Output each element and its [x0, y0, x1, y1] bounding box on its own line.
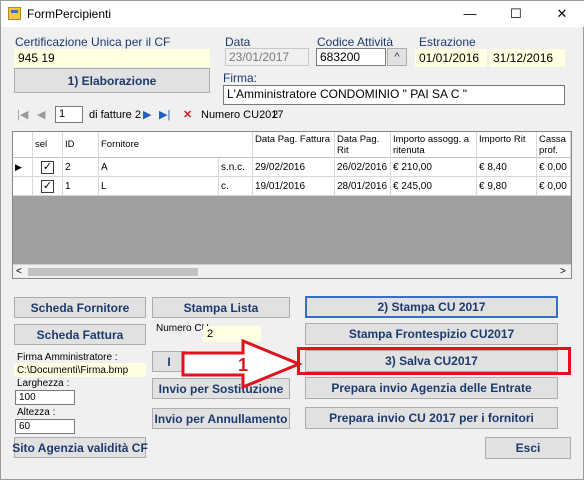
col-cassa-prof[interactable]: Cassa prof.: [537, 132, 571, 158]
larghezza-field[interactable]: 100: [15, 390, 75, 405]
close-button[interactable]: ✕: [539, 1, 584, 27]
window-title: FormPercipienti: [27, 7, 112, 21]
move-first-icon[interactable]: |◀: [17, 105, 28, 125]
codice-attivita-spin-button[interactable]: ^: [387, 48, 407, 66]
col-importo-rit[interactable]: Importo Rit: [477, 132, 537, 158]
cell-cassa[interactable]: € 0,00: [537, 177, 571, 196]
row-indicator: [13, 177, 33, 196]
app-icon: [8, 7, 21, 20]
sel-checkbox[interactable]: ✓: [41, 161, 54, 174]
firma-amministratore-label: Firma Amministratore :: [17, 352, 118, 363]
cell-fornitore[interactable]: L: [99, 177, 219, 196]
fatture-grid[interactable]: sel ID Fornitore Data Pag. Fattura Data …: [12, 131, 572, 279]
col-data-pag-fattura[interactable]: Data Pag. Fattura: [253, 132, 335, 158]
cell-importo-rit[interactable]: € 8,40: [477, 158, 537, 177]
numero-cu2017-value: 2: [272, 109, 279, 121]
delete-icon[interactable]: ✕: [183, 105, 192, 125]
table-row[interactable]: ▶ ✓ 2 A s.n.c. 29/02/2016 26/02/2016 € 2…: [13, 158, 571, 177]
move-last-icon[interactable]: ▶|: [159, 105, 170, 125]
larghezza-label: Larghezza :: [17, 378, 70, 389]
stampa-lista-button[interactable]: Stampa Lista: [152, 297, 290, 318]
position-input[interactable]: 1: [55, 106, 83, 123]
codice-attivita-field[interactable]: 683200: [316, 48, 386, 66]
cell-importo[interactable]: € 210,00: [391, 158, 477, 177]
cell-data-rit[interactable]: 28/01/2016: [335, 177, 391, 196]
estrazione-label: Estrazione: [419, 35, 476, 49]
table-row[interactable]: ✓ 1 L c. 19/01/2016 28/01/2016 € 245,00 …: [13, 177, 571, 196]
invio-annullamento-button[interactable]: Invio per Annullamento: [152, 408, 290, 429]
esci-button[interactable]: Esci: [485, 437, 571, 459]
codice-attivita-label: Codice Attività: [317, 35, 394, 49]
numero-cu-label: Numero CU: [156, 323, 209, 334]
cell-data-fattura[interactable]: 29/02/2016: [253, 158, 335, 177]
cell-cassa[interactable]: € 0,00: [537, 158, 571, 177]
col-importo-assogg[interactable]: Importo assogg. a ritenuta: [391, 132, 477, 158]
maximize-button[interactable]: ☐: [493, 1, 539, 27]
highlight-box: [297, 347, 571, 375]
stampa-cu-2017-button[interactable]: 2) Stampa CU 2017: [305, 296, 558, 318]
col-sel[interactable]: sel: [33, 132, 63, 158]
certificazione-cf-field: 945 19: [14, 49, 210, 67]
sel-checkbox[interactable]: ✓: [41, 180, 54, 193]
firma-path-field[interactable]: C:\Documenti\Firma.bmp: [14, 363, 146, 377]
grid-horizontal-scrollbar[interactable]: < >: [13, 264, 571, 278]
firma-label: Firma:: [223, 71, 257, 85]
estrazione-to-field[interactable]: 31/12/2016: [489, 49, 565, 67]
elaborazione-button[interactable]: 1) Elaborazione: [14, 68, 210, 93]
altezza-field[interactable]: 60: [15, 419, 75, 434]
cell-fornitore-tail[interactable]: s.n.c.: [219, 158, 253, 177]
scrollbar-thumb[interactable]: [28, 268, 198, 276]
cell-importo[interactable]: € 245,00: [391, 177, 477, 196]
scroll-left-icon[interactable]: <: [16, 265, 22, 278]
cell-data-fattura[interactable]: 19/01/2016: [253, 177, 335, 196]
prepara-agenzia-button[interactable]: Prepara invio Agenzia delle Entrate: [305, 377, 558, 399]
row-indicator: ▶: [13, 158, 33, 177]
annotation-arrow-icon: 1: [181, 339, 303, 389]
move-previous-icon[interactable]: ◀: [37, 105, 45, 125]
sito-agenzia-button[interactable]: Sito Agenzia validità CF: [12, 437, 148, 458]
title-bar: FormPercipienti — ☐ ✕: [1, 1, 584, 27]
scroll-right-icon[interactable]: >: [560, 265, 566, 278]
minimize-button[interactable]: —: [447, 1, 493, 27]
data-label: Data: [225, 35, 251, 49]
cell-id[interactable]: 2: [63, 158, 99, 177]
cell-fornitore[interactable]: A: [99, 158, 219, 177]
row-header-corner: [13, 132, 33, 158]
count-label: di fatture 2: [89, 109, 141, 121]
prepara-fornitori-button[interactable]: Prepara invio CU 2017 per i fornitori: [305, 407, 558, 429]
firma-field[interactable]: L'Amministratore CONDOMINIO " PAI SA C ": [223, 85, 565, 105]
binding-navigator: |◀ ◀ 1 di fatture 2 ▶ ▶| ✕ Numero CU2017…: [9, 105, 577, 125]
certificazione-label: Certificazione Unica per il CF: [15, 35, 171, 49]
cell-fornitore-tail[interactable]: c.: [219, 177, 253, 196]
col-data-pag-rit[interactable]: Data Pag. Rit: [335, 132, 391, 158]
col-fornitore[interactable]: Fornitore: [99, 132, 253, 158]
col-id[interactable]: ID: [63, 132, 99, 158]
altezza-label: Altezza :: [17, 407, 56, 418]
grid-header: sel ID Fornitore Data Pag. Fattura Data …: [13, 132, 571, 158]
main-window: FormPercipienti — ☐ ✕ Certificazione Uni…: [0, 0, 584, 480]
annotation-number: 1: [238, 355, 248, 375]
cell-id[interactable]: 1: [63, 177, 99, 196]
cell-importo-rit[interactable]: € 9,80: [477, 177, 537, 196]
cell-data-rit[interactable]: 26/02/2016: [335, 158, 391, 177]
scheda-fornitore-button[interactable]: Scheda Fornitore: [14, 297, 146, 318]
data-field[interactable]: 23/01/2017: [225, 48, 309, 66]
estrazione-from-field[interactable]: 01/01/2016: [415, 49, 487, 67]
scheda-fattura-button[interactable]: Scheda Fattura: [14, 324, 146, 345]
stampa-frontespizio-button[interactable]: Stampa Frontespizio CU2017: [305, 323, 558, 345]
move-next-icon[interactable]: ▶: [143, 105, 151, 125]
